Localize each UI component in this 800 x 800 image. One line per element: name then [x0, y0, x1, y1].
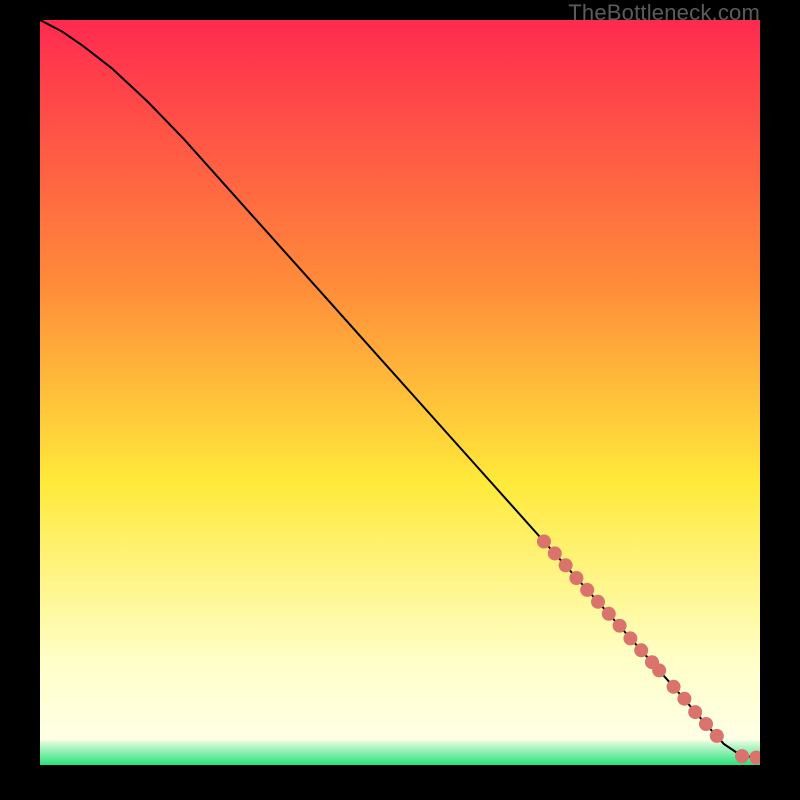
- data-marker: [677, 692, 691, 706]
- data-marker: [699, 717, 713, 731]
- data-marker: [710, 729, 724, 743]
- data-marker: [613, 619, 627, 633]
- data-marker: [652, 663, 666, 677]
- data-marker: [559, 558, 573, 572]
- bottleneck-chart: [40, 20, 760, 765]
- data-marker: [591, 595, 605, 609]
- data-marker: [688, 705, 702, 719]
- gradient-background: [40, 20, 760, 765]
- chart-frame: TheBottleneck.com: [0, 0, 800, 800]
- data-marker: [569, 571, 583, 585]
- data-marker: [634, 643, 648, 657]
- data-marker: [667, 680, 681, 694]
- data-marker: [537, 535, 551, 549]
- data-marker: [548, 546, 562, 560]
- data-marker: [735, 749, 749, 763]
- data-marker: [623, 631, 637, 645]
- plot-area: [40, 20, 760, 765]
- data-marker: [580, 583, 594, 597]
- data-marker: [602, 607, 616, 621]
